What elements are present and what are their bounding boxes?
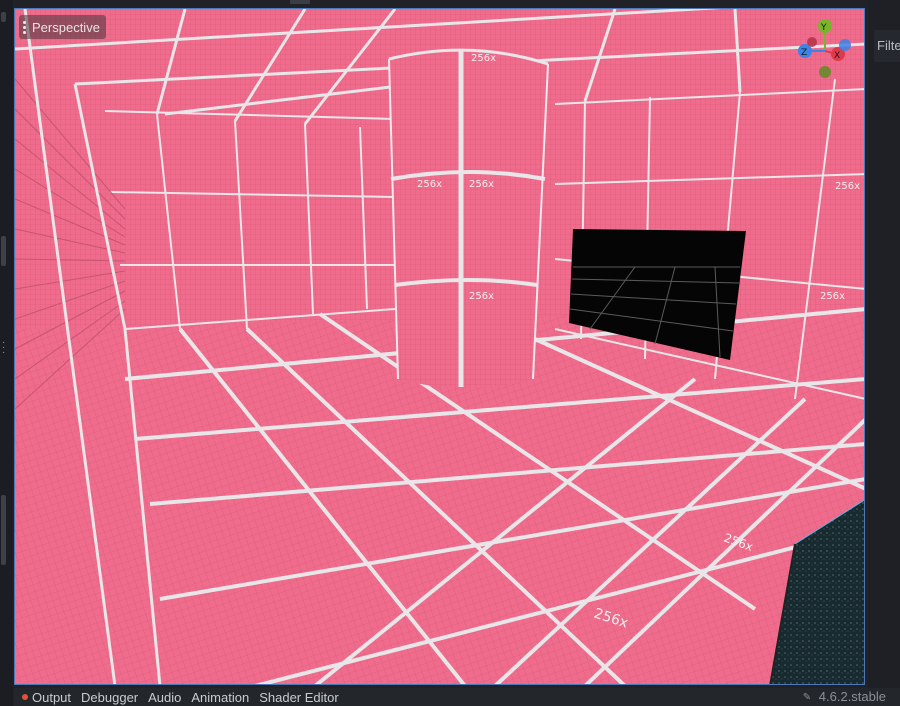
inspector-panel: [868, 0, 900, 706]
cylinder-pillar: [388, 48, 549, 388]
grid-label: 256x: [835, 181, 860, 192]
drag-dots-icon[interactable]: · · ·: [2, 338, 5, 358]
3d-viewport[interactable]: 256x 256x 256x 256x 256x 256x 256x 256x …: [14, 8, 865, 685]
tab-shader-editor[interactable]: Shader Editor: [259, 690, 339, 705]
scene-render: 256x 256x 256x 256x 256x 256x 256x 256x …: [15, 9, 864, 684]
neg-z-axis-handle[interactable]: [839, 39, 851, 51]
svg-text:Y: Y: [820, 23, 827, 33]
neg-y-axis-handle[interactable]: [819, 66, 831, 78]
grid-label: 256x: [469, 179, 494, 190]
grid-label: 256x: [469, 291, 494, 302]
pencil-icon: ✎: [802, 691, 812, 703]
grid-label: 256x: [417, 179, 442, 190]
tab-debugger[interactable]: Debugger: [81, 690, 138, 705]
svg-text:Z: Z: [801, 48, 807, 58]
dock-handle[interactable]: [1, 12, 6, 22]
version-label: 4.6.2.stable: [818, 689, 886, 704]
svg-text:X: X: [834, 51, 840, 61]
top-tab-indicator: [290, 0, 310, 4]
kebab-menu-icon: [23, 20, 26, 34]
left-dock-strip: · · ·: [0, 0, 13, 706]
bottom-panel-tabs: Output Debugger Audio Animation Shader E…: [14, 688, 900, 706]
tab-animation[interactable]: Animation: [191, 690, 249, 705]
tab-audio[interactable]: Audio: [148, 690, 181, 705]
filter-label[interactable]: Filte: [877, 38, 900, 53]
scrollbar-thumb[interactable]: [1, 495, 6, 565]
version-info[interactable]: ✎ 4.6.2.stable: [803, 689, 886, 704]
tab-output[interactable]: Output: [22, 690, 71, 705]
perspective-menu-button[interactable]: Perspective: [19, 15, 106, 39]
neg-x-axis-handle[interactable]: [807, 37, 817, 47]
grid-label: 256x: [471, 53, 496, 64]
grid-label: 256x: [820, 291, 845, 302]
view-mode-label: Perspective: [32, 19, 100, 35]
dock-handle[interactable]: [1, 236, 6, 266]
error-indicator-icon: [22, 694, 28, 700]
